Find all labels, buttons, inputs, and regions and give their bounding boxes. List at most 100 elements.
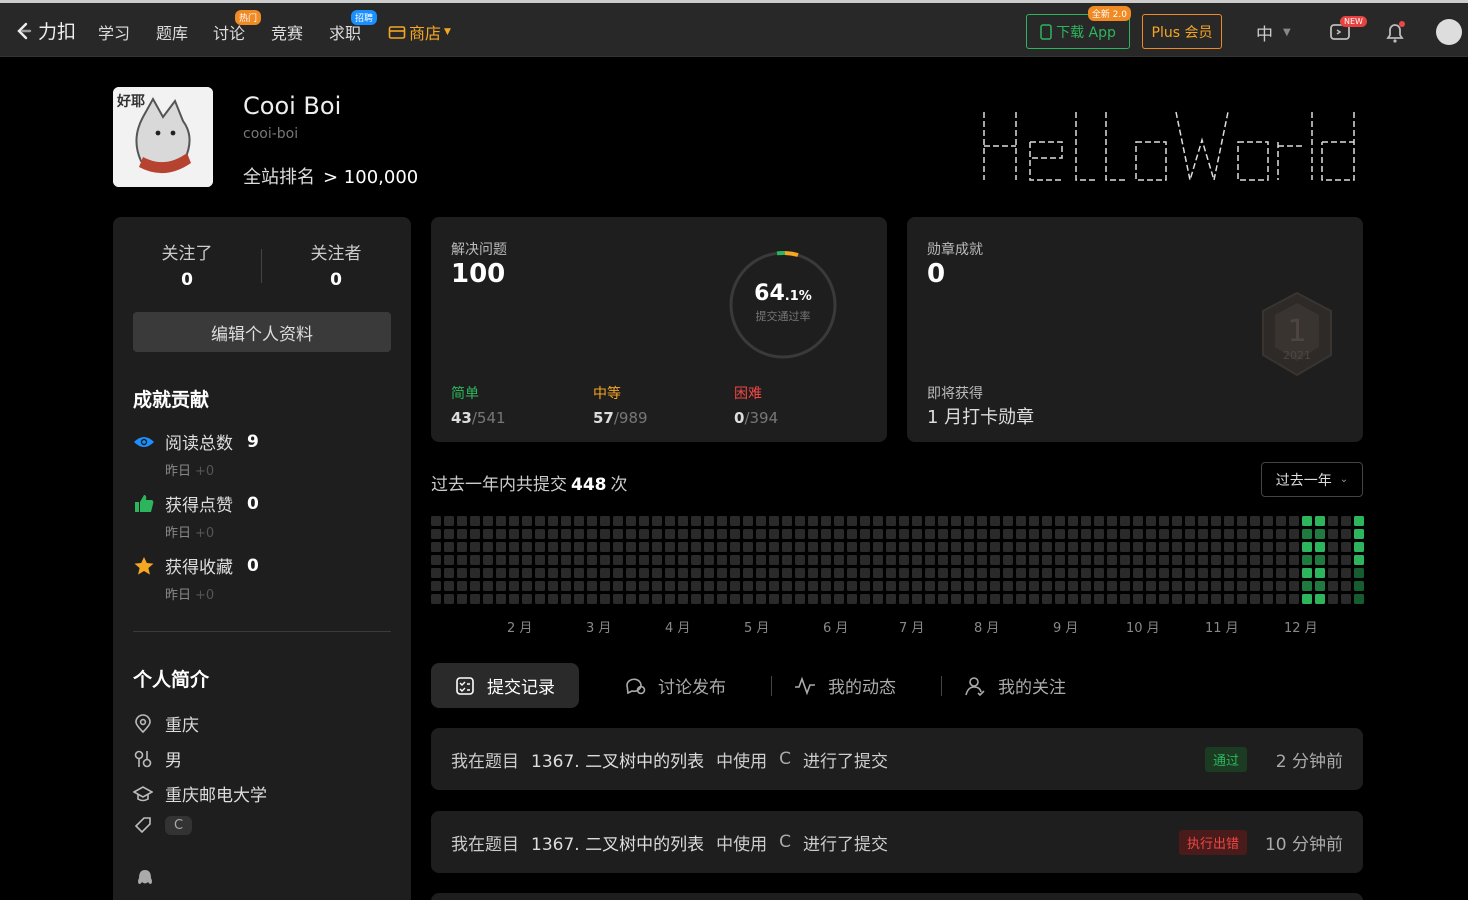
heatmap-cell[interactable] bbox=[1289, 542, 1299, 552]
heatmap-cell[interactable] bbox=[639, 555, 649, 565]
heatmap-cell[interactable] bbox=[626, 555, 636, 565]
submission-row[interactable]: 我在题目 1367. 二叉树中的列表 中使用 C 进行了提交 通过 2 分钟前 bbox=[431, 728, 1363, 790]
heatmap-cell[interactable] bbox=[470, 594, 480, 604]
heatmap-cell[interactable] bbox=[925, 581, 935, 591]
heatmap-cell[interactable] bbox=[1120, 594, 1130, 604]
heatmap-cell[interactable] bbox=[548, 568, 558, 578]
submission-row[interactable] bbox=[431, 893, 1363, 900]
heatmap-cell[interactable] bbox=[821, 568, 831, 578]
heatmap-cell[interactable] bbox=[964, 542, 974, 552]
heatmap-cell[interactable] bbox=[483, 529, 493, 539]
heatmap-cell[interactable] bbox=[743, 516, 753, 526]
heatmap-cell[interactable] bbox=[951, 594, 961, 604]
heatmap-cell[interactable] bbox=[1159, 555, 1169, 565]
heatmap-cell[interactable] bbox=[1315, 516, 1325, 526]
heatmap-cell[interactable] bbox=[756, 581, 766, 591]
heatmap-cell[interactable] bbox=[977, 581, 987, 591]
heatmap-cell[interactable] bbox=[496, 529, 506, 539]
heatmap-cell[interactable] bbox=[860, 594, 870, 604]
heatmap-cell[interactable] bbox=[1003, 594, 1013, 604]
heatmap-cell[interactable] bbox=[899, 529, 909, 539]
heatmap-cell[interactable] bbox=[1094, 581, 1104, 591]
heatmap-cell[interactable] bbox=[626, 581, 636, 591]
heatmap-cell[interactable] bbox=[704, 581, 714, 591]
heatmap-cell[interactable] bbox=[860, 581, 870, 591]
heatmap-cell[interactable] bbox=[483, 542, 493, 552]
heatmap-cell[interactable] bbox=[951, 529, 961, 539]
tab-discussions[interactable]: 讨论发布 bbox=[600, 663, 750, 708]
heatmap-cell[interactable] bbox=[509, 555, 519, 565]
heatmap-cell[interactable] bbox=[1133, 594, 1143, 604]
heatmap-cell[interactable] bbox=[678, 581, 688, 591]
heatmap-cell[interactable] bbox=[600, 529, 610, 539]
heatmap-cell[interactable] bbox=[652, 594, 662, 604]
heatmap-cell[interactable] bbox=[899, 594, 909, 604]
heatmap-cell[interactable] bbox=[1250, 542, 1260, 552]
heatmap-cell[interactable] bbox=[444, 568, 454, 578]
heatmap-cell[interactable] bbox=[1263, 516, 1273, 526]
heatmap-cell[interactable] bbox=[1263, 542, 1273, 552]
heatmap-cell[interactable] bbox=[1094, 529, 1104, 539]
heatmap-cell[interactable] bbox=[1120, 516, 1130, 526]
heatmap-cell[interactable] bbox=[717, 529, 727, 539]
heatmap-cell[interactable] bbox=[1250, 529, 1260, 539]
heatmap-cell[interactable] bbox=[795, 516, 805, 526]
heatmap-cell[interactable] bbox=[756, 516, 766, 526]
heatmap-cell[interactable] bbox=[1341, 581, 1351, 591]
heatmap-cell[interactable] bbox=[535, 568, 545, 578]
heatmap-cell[interactable] bbox=[1185, 568, 1195, 578]
heatmap-cell[interactable] bbox=[1302, 542, 1312, 552]
heatmap-cell[interactable] bbox=[1276, 581, 1286, 591]
heatmap-cell[interactable] bbox=[444, 516, 454, 526]
heatmap-cell[interactable] bbox=[1120, 542, 1130, 552]
heatmap-cell[interactable] bbox=[665, 516, 675, 526]
heatmap-cell[interactable] bbox=[704, 594, 714, 604]
heatmap-cell[interactable] bbox=[1159, 516, 1169, 526]
heatmap-cell[interactable] bbox=[808, 555, 818, 565]
heatmap-cell[interactable] bbox=[470, 542, 480, 552]
heatmap-cell[interactable] bbox=[574, 542, 584, 552]
heatmap-cell[interactable] bbox=[1146, 529, 1156, 539]
heatmap-cell[interactable] bbox=[574, 555, 584, 565]
heatmap-cell[interactable] bbox=[1016, 568, 1026, 578]
heatmap-cell[interactable] bbox=[1211, 581, 1221, 591]
heatmap-cell[interactable] bbox=[1107, 542, 1117, 552]
heatmap-cell[interactable] bbox=[977, 529, 987, 539]
heatmap-cell[interactable] bbox=[535, 542, 545, 552]
heatmap-cell[interactable] bbox=[639, 568, 649, 578]
heatmap-cell[interactable] bbox=[1068, 516, 1078, 526]
heatmap-cell[interactable] bbox=[795, 594, 805, 604]
heatmap-cell[interactable] bbox=[665, 529, 675, 539]
heatmap-cell[interactable] bbox=[431, 568, 441, 578]
heatmap-cell[interactable] bbox=[1042, 516, 1052, 526]
heatmap-cell[interactable] bbox=[535, 555, 545, 565]
heatmap-cell[interactable] bbox=[1341, 516, 1351, 526]
heatmap-cell[interactable] bbox=[1159, 581, 1169, 591]
heatmap-cell[interactable] bbox=[1055, 516, 1065, 526]
nav-contest[interactable]: 竞赛 bbox=[271, 20, 303, 44]
heatmap-cell[interactable] bbox=[678, 568, 688, 578]
heatmap-cell[interactable] bbox=[1289, 555, 1299, 565]
heatmap-cell[interactable] bbox=[834, 516, 844, 526]
heatmap-cell[interactable] bbox=[444, 594, 454, 604]
heatmap-cell[interactable] bbox=[938, 568, 948, 578]
heatmap-cell[interactable] bbox=[1289, 529, 1299, 539]
heatmap-cell[interactable] bbox=[1198, 542, 1208, 552]
heatmap-cell[interactable] bbox=[548, 529, 558, 539]
heatmap-cell[interactable] bbox=[1315, 594, 1325, 604]
heatmap-cell[interactable] bbox=[873, 542, 883, 552]
heatmap-cell[interactable] bbox=[1198, 594, 1208, 604]
heatmap-cell[interactable] bbox=[769, 529, 779, 539]
heatmap-cell[interactable] bbox=[899, 516, 909, 526]
heatmap-cell[interactable] bbox=[1042, 542, 1052, 552]
heatmap-cell[interactable] bbox=[847, 581, 857, 591]
heatmap-cell[interactable] bbox=[1185, 516, 1195, 526]
heatmap-cell[interactable] bbox=[496, 555, 506, 565]
heatmap-cell[interactable] bbox=[704, 568, 714, 578]
problem-title[interactable]: 1367. 二叉树中的列表 bbox=[531, 830, 704, 855]
heatmap-cell[interactable] bbox=[1055, 555, 1065, 565]
heatmap-cell[interactable] bbox=[704, 542, 714, 552]
heatmap-cell[interactable] bbox=[522, 594, 532, 604]
heatmap-cell[interactable] bbox=[457, 594, 467, 604]
heatmap-cell[interactable] bbox=[990, 555, 1000, 565]
